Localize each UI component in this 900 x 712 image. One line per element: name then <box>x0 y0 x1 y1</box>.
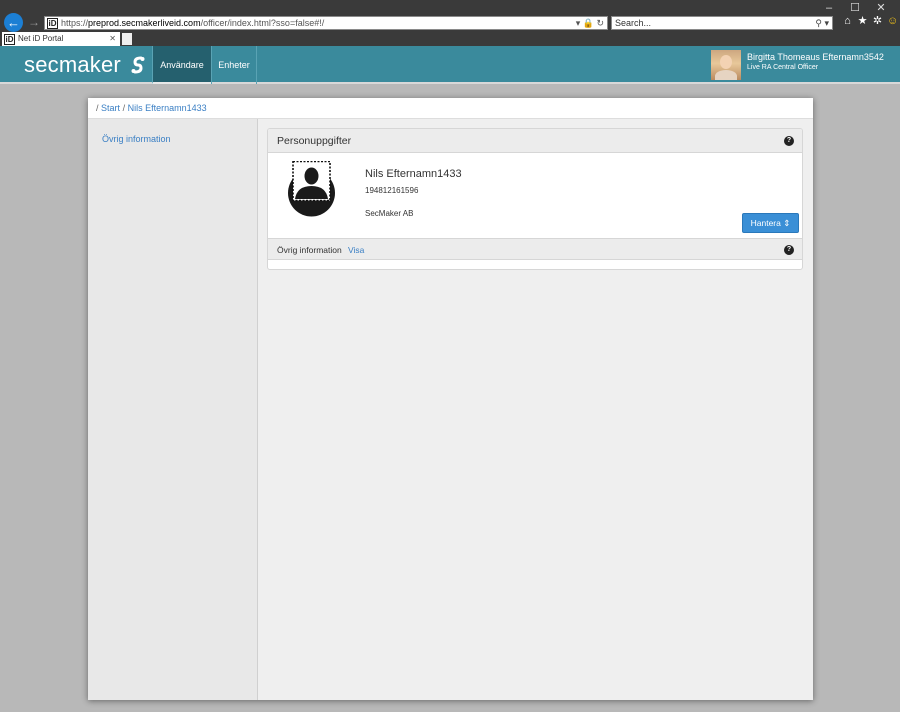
new-tab-button[interactable] <box>122 33 132 45</box>
tab-close-icon[interactable]: ✕ <box>109 32 116 46</box>
secmaker-logo-icon <box>131 56 145 74</box>
sidebar: Övrig information <box>88 119 258 700</box>
person-id-number: 194812161596 <box>365 186 419 195</box>
breadcrumb-current[interactable]: Nils Efternamn1433 <box>128 103 207 113</box>
sort-arrows-icon: ⇕ <box>783 218 791 228</box>
feedback-smiley-icon[interactable]: ☺ <box>887 15 898 28</box>
back-arrow-icon[interactable]: ← <box>4 13 23 32</box>
manage-button-label: Hantera <box>750 218 781 228</box>
favorites-star-icon[interactable]: ★ <box>857 15 868 28</box>
minimize-icon[interactable]: – <box>816 2 842 15</box>
app-header: secmaker Användare Enheter Birgitta Thom… <box>0 46 900 84</box>
search-icon[interactable]: ⚲ ▾ <box>815 17 829 29</box>
site-favicon-icon: iD <box>47 17 58 29</box>
address-bar[interactable]: iD https://preprod.secmakerliveid.com/of… <box>44 16 608 30</box>
maximize-icon[interactable]: ☐ <box>842 2 868 15</box>
sidebar-item-ovrig-information[interactable]: Övrig information <box>102 134 171 144</box>
other-info-section: Övrig information Visa ? <box>268 238 802 260</box>
close-icon[interactable]: ✕ <box>868 2 894 15</box>
forward-arrow-icon[interactable]: → <box>27 15 41 29</box>
panel-header: Personuppgifter ? <box>268 129 802 153</box>
settings-gear-icon[interactable]: ✲ <box>872 15 883 28</box>
logo-text: secmaker <box>24 52 121 77</box>
panel-title: Personuppgifter <box>277 135 352 147</box>
tab-enheter[interactable]: Enheter <box>211 46 257 84</box>
person-organization: SecMaker AB <box>365 209 414 218</box>
other-info-label: Övrig information <box>277 245 342 255</box>
help-icon[interactable]: ? <box>784 136 794 146</box>
tab-strip: iD Net iD Portal ✕ <box>0 32 900 46</box>
help-icon[interactable]: ? <box>784 245 794 255</box>
home-icon[interactable]: ⌂ <box>842 15 853 28</box>
browser-tab[interactable]: iD Net iD Portal ✕ <box>2 32 120 46</box>
browser-titlebar: – ☐ ✕ ← → iD https://preprod.secmakerliv… <box>0 0 900 32</box>
address-tools-icon[interactable]: ▾ 🔒 ↻ <box>576 17 604 29</box>
user-menu[interactable]: Birgitta Thomeaus Efternamn3542 Live RA … <box>711 50 884 80</box>
tab-anvandare[interactable]: Användare <box>152 46 211 84</box>
personal-info-panel: Personuppgifter ? Nils Efternamn1433 194… <box>267 128 803 270</box>
tab-title: Net iD Portal <box>18 34 64 43</box>
manage-button[interactable]: Hantera ⇕ <box>742 213 799 233</box>
panel-body: Nils Efternamn1433 194812161596 SecMaker… <box>268 153 802 238</box>
window-controls: – ☐ ✕ <box>816 2 894 15</box>
secmaker-logo[interactable]: secmaker <box>24 50 149 80</box>
search-input[interactable]: Search... ⚲ ▾ <box>611 16 833 30</box>
person-name: Nils Efternamn1433 <box>365 168 462 180</box>
user-name: Birgitta Thomeaus Efternamn3542 <box>747 52 884 62</box>
main-card: / Start / Nils Efternamn1433 Övrig infor… <box>88 98 813 700</box>
user-portrait-icon <box>288 161 335 217</box>
url-text: https://preprod.secmakerliveid.com/offic… <box>61 18 325 28</box>
breadcrumb-start[interactable]: Start <box>101 103 120 113</box>
show-other-info-link[interactable]: Visa <box>348 239 364 261</box>
user-role: Live RA Central Officer <box>747 64 819 71</box>
browser-toolbar: ⌂ ★ ✲ ☺ <box>842 15 898 28</box>
breadcrumb: / Start / Nils Efternamn1433 <box>88 98 813 119</box>
avatar <box>711 50 741 80</box>
tab-favicon-icon: iD <box>4 33 15 45</box>
